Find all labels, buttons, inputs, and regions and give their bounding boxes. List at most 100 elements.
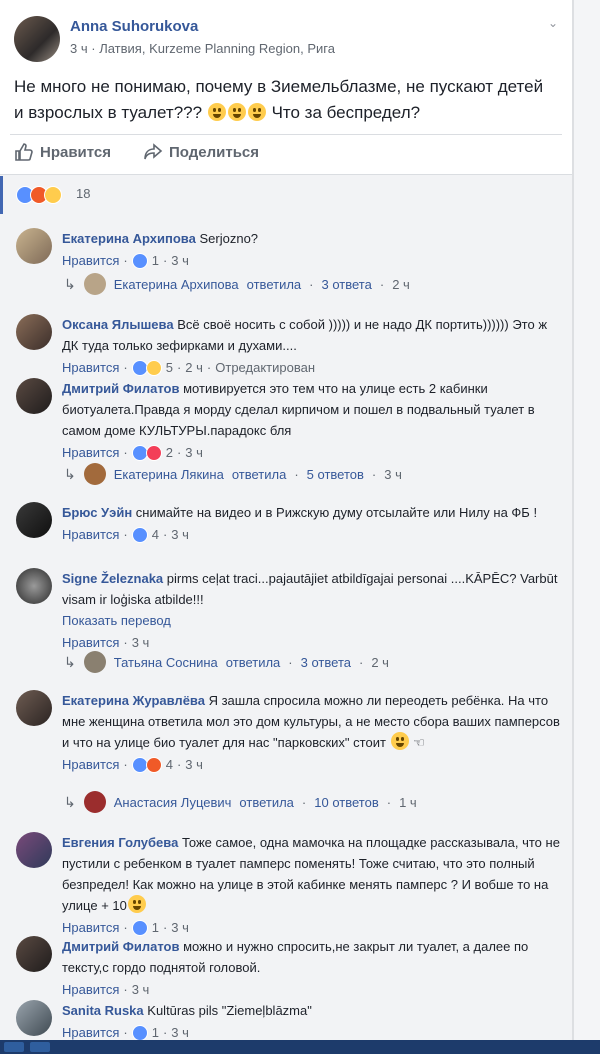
author-avatar[interactable] — [14, 16, 60, 62]
reply-avatar — [83, 651, 106, 673]
commenter-avatar[interactable] — [16, 568, 52, 604]
commenter-name[interactable]: Евгения Голубева — [62, 835, 178, 850]
reply-avatar — [83, 463, 106, 485]
commenter-avatar[interactable] — [16, 378, 52, 414]
comment-actions: Нравится · 3 ч — [62, 979, 562, 1000]
reply-arrow-icon: ↳ — [64, 465, 76, 482]
replies-link[interactable]: ↳ Анастасия Луцевич ответила · 10 ответо… — [64, 790, 544, 814]
laughing-emoji-icon — [227, 103, 246, 121]
chevron-down-icon[interactable]: ⌄ — [548, 16, 558, 30]
reply-time: 2 ч — [371, 654, 389, 670]
show-translation-link[interactable]: Показать перевод — [62, 610, 562, 631]
comment-like-button[interactable]: Нравится — [62, 442, 119, 463]
like-button[interactable]: Нравится — [14, 142, 111, 162]
comment-text: снимайте на видео и в Рижскую думу отсыл… — [135, 505, 538, 520]
comment-actions: Нравится · 4 · 3 ч — [62, 524, 562, 545]
reply-arrow-icon: ↳ — [64, 653, 76, 670]
commenter-avatar[interactable] — [16, 502, 52, 538]
reply-author: Анастасия Луцевич — [113, 794, 232, 810]
post-location[interactable]: Латвия, Kurzeme Planning Region, Рига — [99, 41, 335, 56]
commenter-name[interactable]: Дмитрий Филатов — [62, 381, 179, 396]
post-header: Anna Suhorukova 3 ч · Латвия, Kurzeme Pl… — [12, 14, 562, 66]
commenter-avatar[interactable] — [16, 1000, 52, 1036]
scream-emoji-icon — [390, 732, 409, 750]
comment-actions: Нравится · 1 · 3 ч — [62, 917, 562, 938]
comment-like-button[interactable]: Нравится — [62, 917, 119, 938]
comment-like-button[interactable]: Нравится — [62, 979, 119, 1000]
replies-link[interactable]: ↳ Татьяна Соснина ответила · 3 ответа · … — [64, 650, 544, 674]
commenter-name[interactable]: Брюс Уэйн — [62, 505, 132, 520]
commenter-name[interactable]: Signe Železnaka — [62, 571, 163, 586]
edited-label[interactable]: Отредактирован — [215, 357, 315, 378]
grinning-emoji-icon — [127, 895, 146, 913]
replies-link[interactable]: ↳ Екатерина Лякина ответила · 5 ответов … — [64, 462, 544, 486]
commenter-name[interactable]: Дмитрий Филатов — [62, 939, 179, 954]
commenter-avatar[interactable] — [16, 690, 52, 726]
comment-like-button[interactable]: Нравится — [62, 754, 119, 775]
post-time[interactable]: 3 ч — [70, 41, 88, 56]
commenter-name[interactable]: Оксана Ялышева — [62, 317, 174, 332]
reply-verb: ответила — [225, 654, 281, 670]
commenter-name[interactable]: Екатерина Журавлёва — [62, 693, 205, 708]
reply-verb: ответила — [231, 466, 287, 482]
commenter-avatar[interactable] — [16, 228, 52, 264]
reply-author: Екатерина Лякина — [113, 466, 224, 482]
taskbar — [0, 1040, 600, 1054]
like-reaction-icon — [131, 252, 148, 269]
reply-arrow-icon: ↳ — [64, 275, 76, 292]
comment-time[interactable]: 3 ч — [171, 917, 189, 938]
comment-like-count[interactable]: 4 — [166, 754, 173, 775]
reaction-summary[interactable]: 18 — [0, 176, 572, 214]
reply-time: 3 ч — [384, 466, 402, 482]
commenter-avatar[interactable] — [16, 936, 52, 972]
comment-like-button[interactable]: Нравится — [62, 524, 119, 545]
share-button[interactable]: Поделиться — [143, 142, 259, 162]
comment-time[interactable]: 3 ч — [185, 442, 203, 463]
reply-avatar — [83, 791, 106, 813]
focus-indicator — [0, 176, 3, 214]
commenter-avatar[interactable] — [16, 832, 52, 868]
angry-reaction-icon — [145, 756, 162, 773]
comment-like-count[interactable]: 1 — [152, 250, 159, 271]
comment-like-count[interactable]: 4 — [152, 524, 159, 545]
comment-like-button[interactable]: Нравится — [62, 357, 119, 378]
right-page-edge — [572, 0, 600, 1054]
comment-time[interactable]: 3 ч — [185, 754, 203, 775]
comment-actions: Нравится · 2 · 3 ч — [62, 442, 562, 463]
reply-time: 1 ч — [399, 794, 417, 810]
reply-count: 10 ответов — [314, 794, 379, 810]
post-meta: 3 ч · Латвия, Kurzeme Planning Region, Р… — [70, 41, 335, 56]
reply-avatar — [83, 273, 106, 295]
comment-time[interactable]: 2 ч — [185, 357, 203, 378]
reaction-count[interactable]: 18 — [76, 186, 90, 201]
comment-like-button[interactable]: Нравится — [62, 250, 119, 271]
comment-time[interactable]: 3 ч — [171, 250, 189, 271]
taskbar-app-icon[interactable] — [4, 1042, 24, 1052]
commenter-avatar[interactable] — [16, 314, 52, 350]
comment-like-count[interactable]: 2 — [166, 442, 173, 463]
share-arrow-icon — [144, 143, 163, 160]
wow-reaction-icon — [44, 186, 62, 204]
reply-count: 3 ответа — [321, 276, 372, 292]
comment-time[interactable]: 3 ч — [132, 979, 150, 1000]
like-reaction-icon — [131, 526, 148, 543]
reply-verb: ответила — [239, 794, 294, 810]
comment-like-count[interactable]: 1 — [152, 917, 159, 938]
globe-sep: · — [91, 41, 100, 56]
reply-count: 3 ответа — [300, 654, 351, 670]
commenter-name[interactable]: Екатерина Архипова — [62, 231, 196, 246]
post-author[interactable]: Anna Suhorukova — [70, 18, 198, 35]
post-card: Anna Suhorukova 3 ч · Латвия, Kurzeme Pl… — [0, 0, 573, 1041]
reply-count: 5 ответов — [306, 466, 364, 482]
replies-link[interactable]: ↳ Екатерина Архипова ответила · 3 ответа… — [64, 272, 544, 296]
comment-time[interactable]: 3 ч — [171, 524, 189, 545]
post-text-end: Что за беспредел? — [271, 103, 421, 122]
divider — [10, 134, 562, 135]
comment-like-count[interactable]: 5 — [166, 357, 173, 378]
like-label: Нравится — [40, 143, 112, 161]
comment-actions: Нравится · 4 · 3 ч — [62, 754, 562, 775]
haha-reaction-icon — [145, 359, 162, 376]
commenter-name[interactable]: Sanita Ruska — [62, 1003, 144, 1018]
reply-author: Татьяна Соснина — [113, 654, 218, 670]
taskbar-app-icon[interactable] — [30, 1042, 50, 1052]
